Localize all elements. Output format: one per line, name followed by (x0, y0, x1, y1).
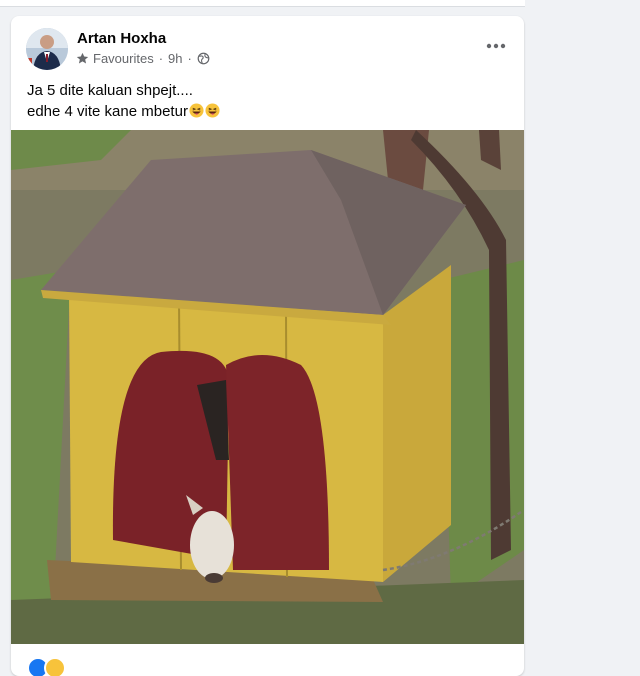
audience-label[interactable]: Favourites (93, 51, 154, 66)
post-text-line: Ja 5 dite kaluan shpejt.... (27, 82, 193, 99)
author-avatar[interactable] (26, 28, 68, 70)
post-card: Artan Hoxha Favourites · 9h · Ja 5 dite … (11, 16, 524, 676)
meta-separator: · (158, 51, 164, 66)
haha-reaction-icon (44, 657, 66, 676)
reaction-icons[interactable] (27, 657, 66, 676)
post-time[interactable]: 9h (168, 51, 182, 66)
globe-icon[interactable] (197, 52, 210, 65)
photo-dog-head (190, 511, 234, 579)
photo-dog-nose (205, 573, 223, 583)
author-name[interactable]: Artan Hoxha (77, 30, 166, 47)
star-icon (76, 52, 89, 64)
avatar-image (26, 28, 68, 70)
more-options-button[interactable] (480, 34, 512, 58)
post-meta: Favourites · 9h · (76, 51, 210, 66)
post-text: Ja 5 dite kaluan shpejt.... edhe 4 vite … (27, 80, 507, 122)
grinning-squinting-tongue-emoji (205, 103, 220, 118)
meta-separator: · (187, 51, 192, 66)
post-photo[interactable] (11, 130, 524, 644)
previous-post-edge (0, 0, 525, 7)
post-text-line: edhe 4 vite kane mbetur (27, 103, 188, 120)
grinning-squinting-tongue-emoji (189, 103, 204, 118)
post-text-line-2: edhe 4 vite kane mbetur (27, 101, 507, 122)
more-options-icon (486, 43, 506, 49)
